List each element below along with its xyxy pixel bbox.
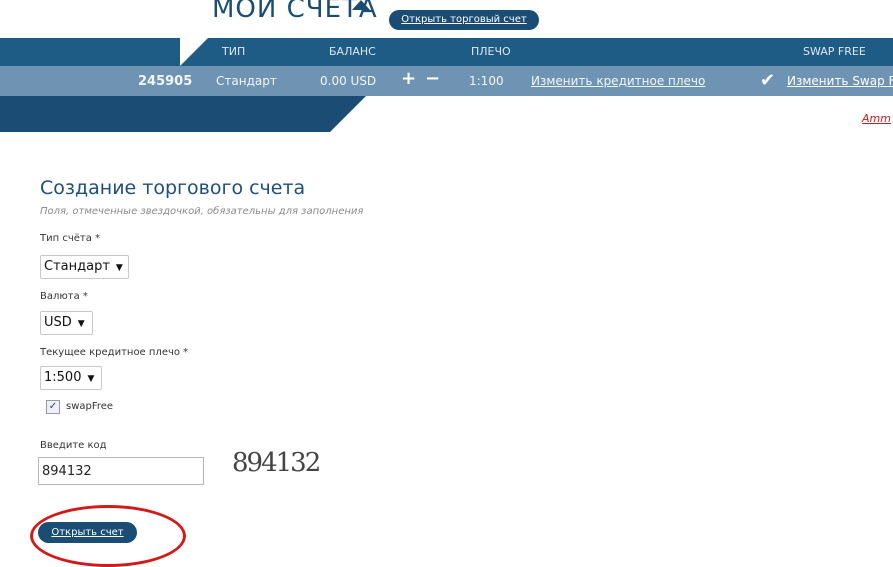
form-subtitle: Поля, отмеченные звездочкой, обязательны… (40, 206, 364, 217)
account-type-label: Тип счёта * (40, 233, 101, 244)
account-leverage: 1:100 (469, 74, 504, 88)
column-swap-free: SWAP FREE (803, 45, 866, 58)
column-leverage: ПЛЕЧО (471, 45, 511, 58)
code-label: Введите код (40, 440, 107, 451)
code-input[interactable]: 894132 (38, 457, 204, 485)
swap-free-check-icon: ✔ (760, 70, 776, 91)
currency-label: Валюта * (40, 291, 88, 302)
annotation-circle (30, 505, 186, 567)
account-type-select[interactable]: Стандарт ▼ (40, 255, 129, 279)
leverage-label: Текущее кредитное плечо * (40, 347, 189, 358)
change-swap-link[interactable]: Изменить Swap F (787, 74, 893, 88)
top-area: МОИ СЧЕТА Открыть торговый счет (0, 0, 893, 38)
account-type: Стандарт (216, 74, 277, 88)
band-notch (330, 96, 366, 132)
withdraw-minus-icon[interactable]: − (425, 68, 440, 89)
column-type: ТИП (222, 45, 246, 58)
leverage-select[interactable]: 1:500 ▼ (40, 366, 102, 390)
form-title: Создание торгового счета (40, 177, 306, 199)
open-trading-account-button[interactable]: Открыть торговый счет (389, 10, 539, 30)
change-leverage-link[interactable]: Изменить кредитное плечо (531, 74, 705, 88)
swap-free-label: swapFree (66, 401, 114, 412)
chevron-down-icon: ▼ (115, 263, 123, 273)
accounts-table-header: ТИП БАЛАНС ПЛЕЧО SWAP FREE (0, 38, 893, 66)
column-balance: БАЛАНС (329, 45, 376, 58)
account-type-value: Стандарт (44, 259, 110, 274)
account-balance: 0.00 USD (320, 74, 377, 88)
account-row: 245905 Стандарт 0.00 USD + − 1:100 Измен… (0, 66, 893, 96)
header-notch (180, 38, 208, 66)
captcha-image: 894132 (232, 448, 321, 478)
leverage-value: 1:500 (44, 370, 82, 385)
chevron-down-icon: ▼ (77, 319, 85, 329)
band-white-area (366, 96, 893, 132)
currency-value: USD (44, 315, 72, 330)
currency-select[interactable]: USD ▼ (40, 311, 93, 335)
collapse-arrow-icon[interactable] (352, 0, 370, 10)
chevron-down-icon: ▼ (87, 374, 95, 384)
red-link[interactable]: Amm (862, 112, 891, 125)
swap-free-checkbox[interactable]: ✓ (46, 400, 60, 414)
deposit-plus-icon[interactable]: + (401, 68, 416, 89)
account-number: 245905 (138, 74, 193, 89)
